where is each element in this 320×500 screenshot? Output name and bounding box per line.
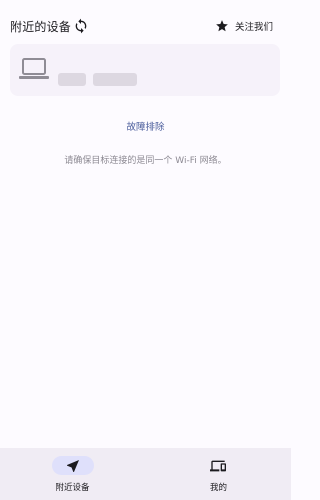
refresh-icon[interactable]	[73, 18, 89, 34]
nav-item-nearby-devices[interactable]: 附近设备	[0, 448, 145, 500]
device-name-placeholder	[58, 73, 86, 86]
nav-item-mine[interactable]: 我的	[146, 448, 291, 500]
follow-us-button[interactable]: 关注我们	[215, 17, 273, 35]
navigation-arrow-icon	[67, 460, 79, 472]
page-title: 附近的设备	[10, 20, 72, 34]
devices-icon	[210, 460, 226, 472]
laptop-icon	[19, 58, 49, 79]
follow-us-label: 关注我们	[234, 22, 273, 33]
nav-label-mine: 我的	[209, 483, 227, 493]
device-status-placeholder	[93, 73, 137, 86]
bottom-navigation-bar: 附近设备 我的	[0, 448, 291, 500]
nav-label-nearby-devices: 附近设备	[55, 483, 90, 493]
wifi-hint-text: 请确保目标连接的是同一个 Wi-Fi 网络。	[64, 156, 227, 166]
troubleshoot-link[interactable]: 故障排除	[0, 119, 291, 133]
device-card[interactable]	[10, 44, 280, 96]
star-icon	[216, 20, 228, 32]
